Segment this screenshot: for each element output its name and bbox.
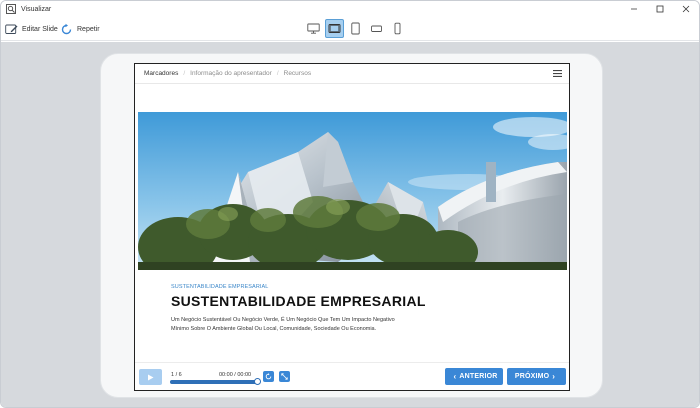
chevron-left-icon: ‹: [453, 372, 457, 381]
device-desktop-button[interactable]: [304, 19, 323, 38]
title-bar: Visualizar: [1, 1, 699, 17]
preview-window: Visualizar Editar Slide Repetir Marcador…: [0, 0, 700, 408]
slide-screen: Marcadores / Informação do apresentador …: [134, 63, 570, 391]
play-icon: [148, 374, 154, 380]
minimize-icon: [631, 8, 637, 10]
slide-body-line: Um Negócio Sustentável Ou Negócio Verde,…: [171, 317, 395, 323]
phone-portrait-icon: [394, 22, 401, 35]
fullscreen-button[interactable]: [279, 371, 290, 382]
play-button[interactable]: [139, 369, 162, 385]
repeat-icon: [61, 23, 72, 34]
time-display: 00:00 / 00:00: [219, 372, 252, 378]
progress-fill: [170, 380, 257, 384]
previous-button[interactable]: ‹ ANTERIOR: [445, 368, 503, 385]
refresh-icon: [265, 373, 272, 380]
nav-presenter-info[interactable]: Informação do apresentador: [190, 70, 272, 77]
repeat-label: Repetir: [77, 25, 100, 33]
device-tablet-landscape-button[interactable]: [325, 19, 344, 38]
device-switcher: [304, 19, 409, 38]
maximize-icon: [656, 5, 664, 13]
next-button[interactable]: PRÓXIMO ›: [507, 368, 566, 385]
edit-slide-icon: [5, 24, 18, 34]
replay-button[interactable]: [263, 371, 274, 382]
player-bar: 1 / 6 00:00 / 00:00 ‹ ANTERIOR PRÓXIMO ›: [135, 362, 569, 392]
slide-counter: 1 / 6: [171, 372, 182, 378]
nav-separator: /: [276, 70, 279, 77]
edit-slide-button[interactable]: Editar Slide: [5, 21, 58, 37]
preview-icon: [6, 4, 16, 14]
previous-label: ANTERIOR: [459, 373, 498, 380]
architecture-building-photo: [138, 112, 567, 270]
nav-bookmarks[interactable]: Marcadores: [144, 70, 178, 77]
nav-resources[interactable]: Recursos: [284, 70, 311, 77]
expand-icon: [281, 373, 288, 380]
device-phone-portrait-button[interactable]: [388, 19, 407, 38]
tablet-portrait-icon: [351, 22, 360, 35]
close-button[interactable]: [673, 1, 699, 17]
slide-headline: SUSTENTABILIDADE EMPRESARIAL: [171, 293, 426, 309]
desktop-icon: [307, 23, 320, 34]
next-label: PRÓXIMO: [514, 373, 550, 380]
progress-bar[interactable]: [170, 378, 261, 385]
slide-body: Um Negócio Sustentável Ou Negócio Verde,…: [171, 316, 411, 334]
progress-knob[interactable]: [254, 378, 261, 385]
nav-separator: /: [183, 70, 186, 77]
chevron-right-icon: ›: [552, 372, 556, 381]
slide-kicker: SUSTENTABILIDADE EMPRESARIAL: [171, 284, 269, 290]
slide-navbar: Marcadores / Informação do apresentador …: [135, 64, 569, 84]
repeat-button[interactable]: Repetir: [60, 21, 100, 37]
slide-body-line: Mínimo Sobre O Ambiente Global Ou Local,…: [171, 326, 377, 332]
tablet-frame: Marcadores / Informação do apresentador …: [100, 53, 603, 398]
window-title: Visualizar: [21, 5, 52, 13]
maximize-button[interactable]: [647, 1, 673, 17]
tablet-landscape-icon: [328, 24, 341, 33]
device-phone-landscape-button[interactable]: [367, 19, 386, 38]
hamburger-icon[interactable]: [553, 70, 562, 77]
phone-landscape-icon: [371, 25, 382, 32]
device-tablet-portrait-button[interactable]: [346, 19, 365, 38]
preview-stage: Marcadores / Informação do apresentador …: [1, 42, 699, 407]
edit-slide-label: Editar Slide: [22, 25, 58, 33]
toolbar: Editar Slide Repetir: [1, 17, 699, 41]
minimize-button[interactable]: [621, 1, 647, 17]
close-icon: [682, 5, 690, 13]
